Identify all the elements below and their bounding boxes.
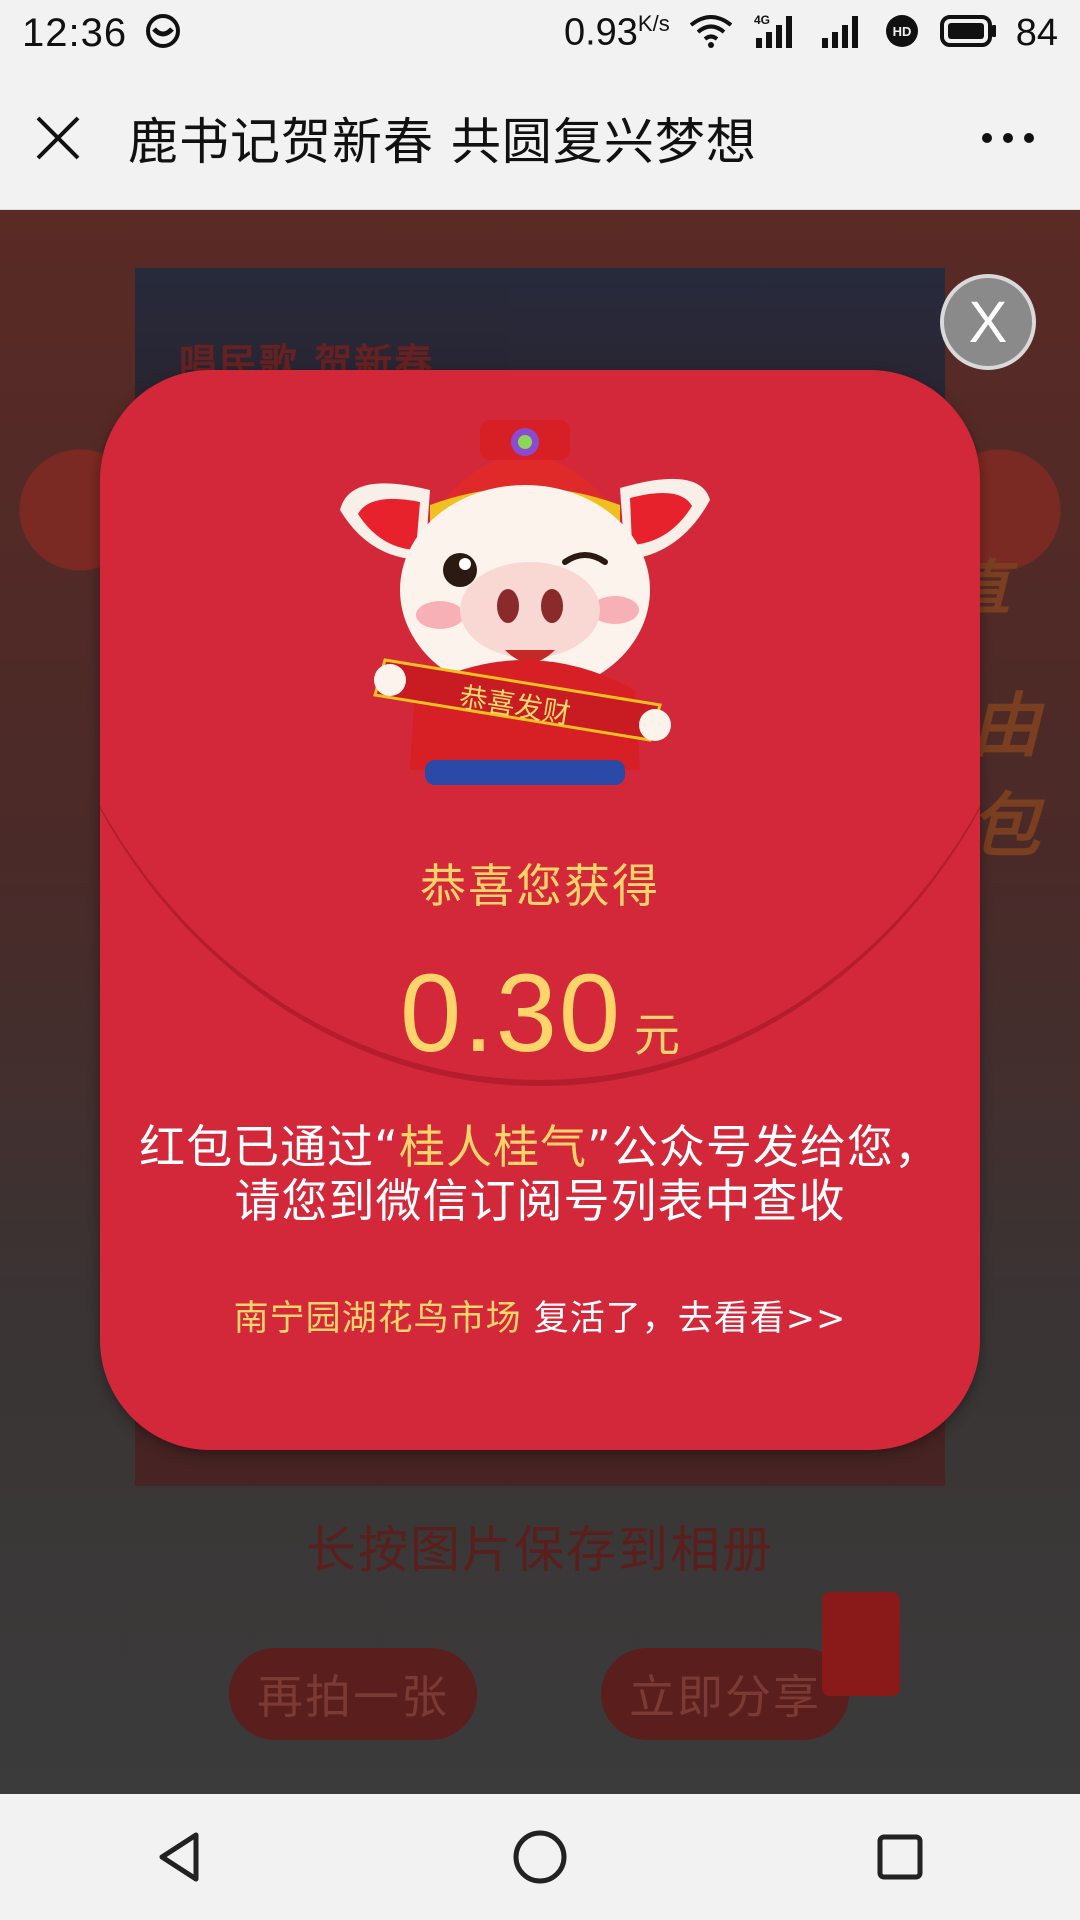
status-right: 0.93K/s 4G HD 84 — [564, 11, 1058, 55]
retake-button[interactable]: 再拍一张 — [229, 1648, 477, 1740]
congrats-text: 恭喜您获得 — [420, 859, 660, 913]
amount-value: 0.30 — [399, 952, 623, 1075]
home-nav-button[interactable] — [480, 1807, 600, 1907]
recents-square-icon — [877, 1834, 923, 1880]
signal-icon — [820, 12, 866, 55]
share-button[interactable]: 立即分享 — [601, 1648, 849, 1740]
close-icon[interactable] — [32, 112, 84, 164]
battery-icon — [938, 14, 998, 53]
message-part1: 红包已通过“ — [139, 1120, 399, 1174]
hd-icon: HD — [884, 13, 920, 54]
revive-link[interactable]: 南宁园湖花鸟市场 复活了，去看看>> — [100, 1290, 980, 1341]
top-bar: 鹿书记贺新春 共圆复兴梦想 — [0, 66, 1080, 210]
delivery-message: 红包已通过“桂人桂气”公众号发给您， 请您到微信订阅号列表中查收 — [120, 1120, 960, 1228]
amount-unit: 元 — [634, 1008, 681, 1062]
modal-close-button[interactable]: X — [940, 274, 1036, 370]
message-line2: 请您到微信订阅号列表中查收 — [234, 1174, 846, 1228]
notification-icon — [145, 13, 181, 54]
signal-4g-icon: 4G — [752, 12, 802, 55]
network-label: 4G — [754, 13, 770, 27]
net-speed: 0.93K/s — [564, 11, 670, 55]
back-nav-button[interactable] — [120, 1807, 240, 1907]
poster-deco-text: 包 — [970, 785, 1040, 867]
hd-label: HD — [892, 24, 911, 39]
page-title: 鹿书记贺新春 共圆复兴梦想 — [128, 112, 757, 171]
net-speed-value: 0.93 — [563, 11, 638, 54]
status-time: 12:36 — [22, 10, 128, 55]
revive-place: 南宁园湖花鸟市场 — [233, 1299, 522, 1339]
account-name: 桂人桂气 — [399, 1120, 587, 1174]
poster-deco-text: 由 — [970, 685, 1040, 767]
red-envelope-icon[interactable] — [822, 1592, 900, 1696]
home-circle-icon — [513, 1830, 567, 1884]
pig-mascot-icon: 恭喜发财 — [340, 420, 710, 785]
system-nav-bar — [0, 1794, 1080, 1920]
recents-nav-button[interactable] — [840, 1807, 960, 1907]
net-speed-unit: K/s — [637, 11, 670, 37]
revive-action: 复活了，去看看>> — [521, 1299, 847, 1339]
message-part2: ”公众号发给您， — [587, 1120, 941, 1174]
more-options-icon[interactable] — [968, 123, 1048, 153]
save-hint: 长按图片保存到相册 — [306, 1521, 774, 1579]
status-bar: 12:36 0.93K/s 4G HD 84 — [0, 0, 1080, 66]
red-envelope-modal: 恭喜发财 恭喜您获得 0.30 元 红包已通过“桂人桂气”公众号发给您， 请您到微… — [100, 370, 980, 1450]
back-triangle-icon — [159, 1832, 199, 1882]
status-left: 12:36 — [22, 11, 181, 56]
battery-level: 84 — [1015, 11, 1058, 54]
amount-row: 0.30 元 — [100, 950, 980, 1077]
wifi-icon — [688, 13, 734, 54]
